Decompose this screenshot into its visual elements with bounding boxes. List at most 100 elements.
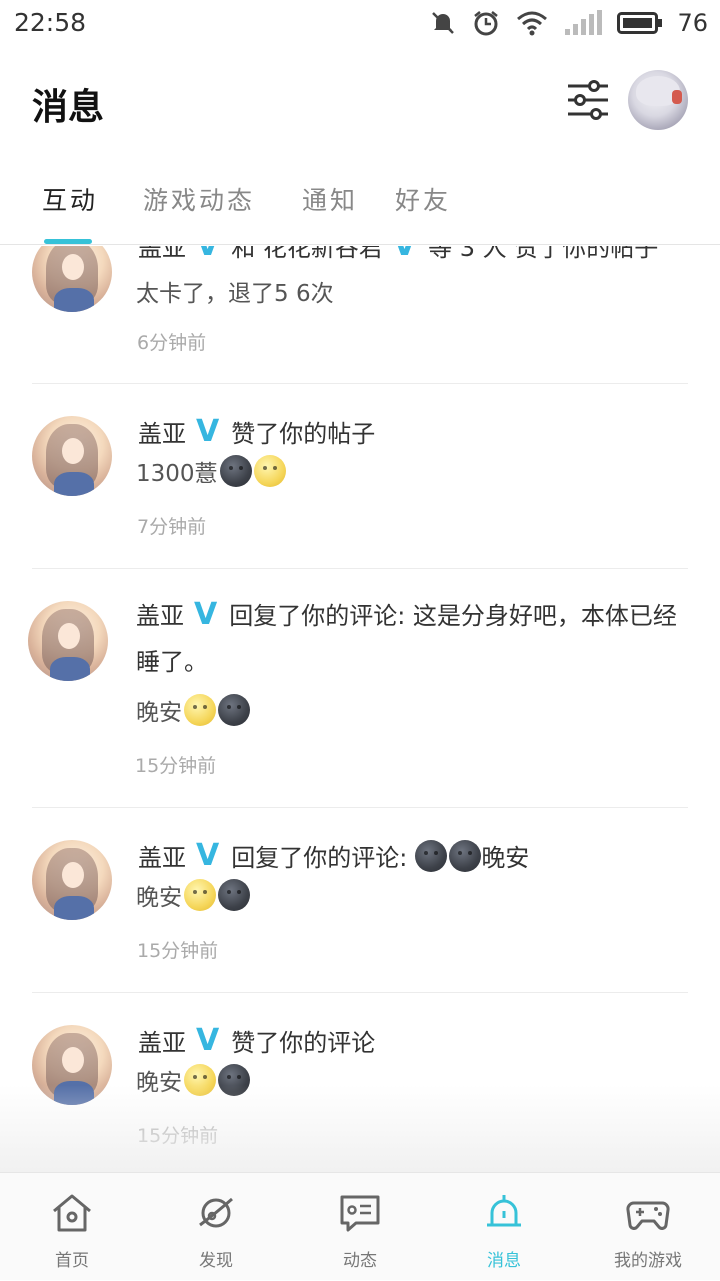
action-suffix: 等 3 人 赞了你的帖子 <box>428 246 659 262</box>
tab-indicator <box>44 239 92 244</box>
list-item[interactable]: 盖亚 V 赞了你的帖子 1300薏 7分钟前 <box>0 384 720 569</box>
notification-header: 盖亚 V 回复了你的评论: 晚安 <box>138 838 529 873</box>
verified-badge-icon: V <box>196 1022 220 1058</box>
content-text: 晚安 <box>136 1070 182 1096</box>
notification-content: 晚安 <box>136 693 250 727</box>
list-item[interactable]: 盖亚 V 赞了你的评论 晚安 15分钟前 <box>0 993 720 1172</box>
avatar[interactable] <box>32 246 112 312</box>
filter-button[interactable] <box>564 76 612 124</box>
new-moon-face-icon <box>219 455 252 487</box>
content-text: 太卡了，退了5 6次 <box>136 281 334 307</box>
planet-icon <box>199 1197 233 1228</box>
notification-content: 1300薏 <box>136 454 286 488</box>
wifi-icon <box>517 11 548 36</box>
avatar-dress <box>54 288 94 312</box>
tab-notifications[interactable]: 通知 <box>302 181 358 217</box>
action-tail: 晚安 <box>481 844 530 872</box>
username[interactable]: 盖亚 <box>136 602 184 630</box>
avatar-dress <box>54 1081 94 1105</box>
avatar-face <box>62 1047 84 1073</box>
notification-content: 晚安 <box>136 878 250 912</box>
notification-header: 盖亚 V 赞了你的帖子 <box>138 414 375 449</box>
verified-badge-icon: V <box>196 837 220 873</box>
action-text: 赞了你的评论 <box>231 1029 376 1057</box>
username[interactable]: 盖亚 <box>138 838 186 873</box>
timestamp: 15分钟前 <box>137 1125 219 1147</box>
status-bar: 22:58 76 <box>0 0 720 46</box>
nav-messages-label: 消息 <box>487 1251 521 1271</box>
content-text: 1300薏 <box>136 461 218 487</box>
battery-icon <box>617 12 663 34</box>
home-icon <box>53 1194 91 1232</box>
notification-content: 晚安 <box>136 1063 250 1097</box>
nav-home-label: 首页 <box>55 1251 89 1271</box>
timestamp: 6分钟前 <box>137 332 207 354</box>
avatar[interactable] <box>28 601 108 681</box>
nav-discover[interactable]: 发现 <box>144 1173 288 1281</box>
tab-bar: 互动 游戏动态 通知 好友 <box>0 165 720 245</box>
status-time: 22:58 <box>14 8 87 37</box>
verified-badge-icon: V <box>196 413 220 449</box>
avatar[interactable] <box>32 1025 112 1105</box>
mute-bell-icon <box>432 12 455 34</box>
nav-my-games[interactable]: 我的游戏 <box>576 1173 720 1281</box>
new-moon-face-icon <box>218 694 250 726</box>
avatar-face <box>62 254 84 280</box>
notification-header: 盖亚 V 和 花花新谷君 V 等 3 人 赞了你的帖子 <box>138 246 658 263</box>
sliders-icon <box>568 80 608 120</box>
avatar-dress <box>54 896 94 920</box>
avatar-face <box>62 862 84 888</box>
alarm-icon <box>474 11 499 36</box>
notification-list[interactable]: 盖亚 V 和 花花新谷君 V 等 3 人 赞了你的帖子 太卡了，退了5 6次 6… <box>0 246 720 1172</box>
battery-level: 76 <box>677 9 708 37</box>
new-moon-face-icon <box>218 879 250 911</box>
verified-badge-icon: V <box>393 246 416 261</box>
status-icons: 76 <box>429 6 708 40</box>
full-moon-face-icon <box>253 455 286 487</box>
verified-badge-icon: V <box>194 597 218 632</box>
verified-badge-icon: V <box>196 246 219 261</box>
nav-messages[interactable]: 消息 <box>432 1173 576 1281</box>
new-moon-face-icon <box>449 839 482 872</box>
tab-interaction[interactable]: 互动 <box>42 181 98 217</box>
chat-icon <box>340 1195 380 1232</box>
nav-discover-label: 发现 <box>199 1251 233 1271</box>
user-avatar[interactable] <box>628 70 688 130</box>
list-item[interactable]: 盖亚 V 回复了你的评论: 晚安 晚安 15分钟前 <box>0 808 720 993</box>
notification-header: 盖亚 V 赞了你的评论 <box>138 1023 375 1058</box>
avatar-face <box>58 623 80 649</box>
nav-feed[interactable]: 动态 <box>288 1173 432 1281</box>
gamepad-icon <box>626 1201 670 1230</box>
header: 消息 <box>0 60 720 140</box>
list-item[interactable]: 盖亚 V 回复了你的评论: 这是分身好吧，本体已经睡了。 晚安 15分钟前 <box>0 569 720 808</box>
content-text: 晚安 <box>136 885 182 911</box>
action-text: 回复了你的评论: <box>231 844 408 872</box>
list-item[interactable]: 盖亚 V 和 花花新谷君 V 等 3 人 赞了你的帖子 太卡了，退了5 6次 6… <box>0 246 720 384</box>
new-moon-face-icon <box>415 839 448 872</box>
page-title: 消息 <box>32 87 105 128</box>
avatar-face <box>62 438 84 464</box>
action-text: 赞了你的帖子 <box>231 420 376 448</box>
avatar-accent <box>672 90 682 104</box>
tab-friends[interactable]: 好友 <box>395 181 451 217</box>
nav-my-games-label: 我的游戏 <box>614 1251 682 1271</box>
timestamp: 7分钟前 <box>137 516 207 538</box>
nav-home[interactable]: 首页 <box>0 1173 144 1281</box>
notification-content: 太卡了，退了5 6次 <box>136 274 334 308</box>
action-text: 和 花花新谷君 <box>231 246 383 262</box>
avatar[interactable] <box>32 840 112 920</box>
username[interactable]: 盖亚 <box>138 414 186 449</box>
full-moon-face-icon <box>184 694 216 726</box>
new-moon-face-icon <box>218 1064 250 1096</box>
tab-game-updates[interactable]: 游戏动态 <box>143 181 255 217</box>
username[interactable]: 盖亚 <box>138 1023 186 1058</box>
bottom-nav: 首页 发现 动态 消息 我的游戏 <box>0 1172 720 1280</box>
timestamp: 15分钟前 <box>137 940 219 962</box>
nav-feed-label: 动态 <box>343 1251 377 1271</box>
avatar[interactable] <box>32 416 112 496</box>
full-moon-face-icon <box>184 1064 216 1096</box>
avatar-dress <box>50 657 90 681</box>
username[interactable]: 盖亚 <box>138 246 186 263</box>
bell-icon <box>487 1195 521 1227</box>
timestamp: 15分钟前 <box>135 755 217 777</box>
